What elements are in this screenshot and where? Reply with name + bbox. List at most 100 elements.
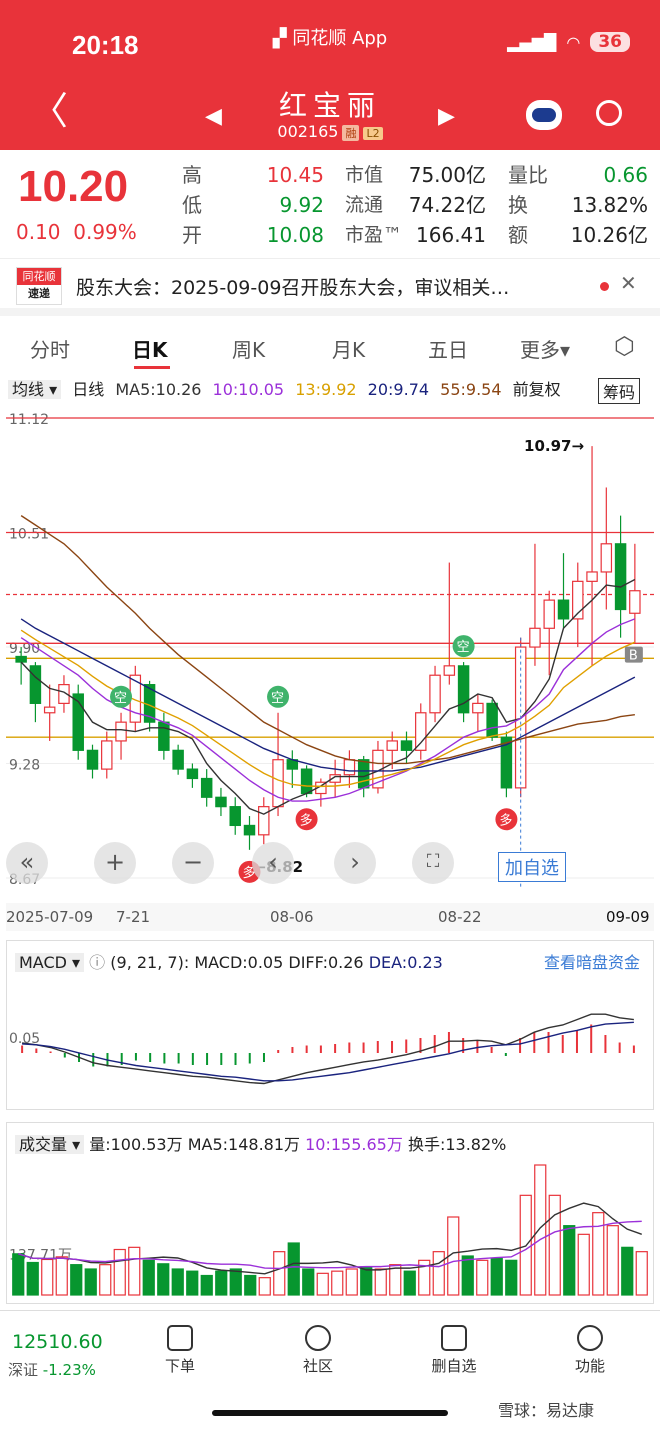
volume-bar [577, 1233, 590, 1296]
candle-body [357, 759, 370, 789]
volume-bar [273, 1251, 286, 1296]
volume-ma5-line [18, 1202, 642, 1275]
tab-monthly-k[interactable]: 月K [332, 334, 365, 363]
volume-bar [563, 1225, 576, 1296]
volume-bar [229, 1268, 242, 1296]
volume-bar [432, 1251, 445, 1296]
hlo-labels: 高低开 [182, 163, 202, 247]
prev-candle-button[interactable]: ‹ [252, 842, 294, 884]
tab-weekly-k[interactable]: 周K [232, 334, 265, 363]
volume-select[interactable]: 成交量 ▾ [15, 1135, 85, 1154]
candle-body [586, 571, 598, 582]
current-price: 10.20 [18, 162, 129, 211]
high-marker-label: 10.97→ [524, 437, 584, 455]
candle-body [101, 740, 113, 770]
volume-bar [142, 1259, 155, 1296]
news-source-logo: 同花顺 速递 [16, 267, 62, 305]
tab-five-day[interactable]: 五日 [428, 334, 468, 363]
candle-body [300, 768, 313, 795]
candle-body [200, 777, 213, 798]
nav-functions[interactable]: 功能 [550, 1325, 630, 1376]
zoom-out-button[interactable]: − [172, 842, 214, 884]
volume-bar [70, 1264, 83, 1296]
nav-community[interactable]: 社区 [278, 1325, 358, 1376]
x-axis-label: 7-21 [116, 908, 150, 926]
price-change: 0.10 0.99% [16, 220, 137, 244]
tab-more[interactable]: 更多▾ [520, 334, 570, 363]
candle-body [43, 706, 56, 714]
volume-bar [316, 1272, 329, 1296]
tab-intraday[interactable]: 分时 [30, 334, 70, 363]
menu-icon [577, 1325, 603, 1351]
macd-select[interactable]: MACD ▾ [15, 953, 85, 972]
cap-values: 75.00亿 74.22亿 166.41 [408, 163, 486, 247]
settings-hex-icon[interactable]: ⬡ [614, 332, 635, 360]
home-indicator [212, 1410, 448, 1416]
fullscreen-icon[interactable]: ⛶ [412, 842, 454, 884]
candle-body [472, 702, 484, 714]
volume-bar [505, 1259, 518, 1296]
top-bar: 20:18 ▞ 同花顺 App ▂▄▆█ ◠ 36 〈 ◀ 红宝丽 002165… [0, 0, 660, 150]
candle-body [543, 599, 555, 629]
period-tabs: 分时 日K 周K 月K 五日 更多▾ ⬡ [0, 324, 660, 372]
candle-body [415, 712, 427, 751]
tab-daily-k[interactable]: 日K [132, 334, 168, 363]
index-value[interactable]: 12510.60 [12, 1331, 103, 1353]
x-axis-label: 08-06 [270, 908, 314, 926]
robot-assistant-icon[interactable] [526, 100, 562, 130]
short-signal-label: 空 [457, 640, 470, 655]
macd-chart[interactable]: 0.05 [7, 973, 653, 1109]
order-icon [167, 1325, 193, 1351]
zoom-in-button[interactable]: + [94, 842, 136, 884]
volume-panel: 成交量 ▾ 量:100.53万 MA5:148.81万 10:155.65万 换… [6, 1122, 654, 1304]
volume-bar [171, 1268, 184, 1296]
candle-body [486, 702, 498, 738]
x-axis-label: 2025-07-09 [6, 908, 93, 926]
short-signal-label: 空 [271, 691, 284, 706]
candle-body [614, 543, 627, 611]
volume-bar [84, 1268, 97, 1296]
next-stock-button[interactable]: ▶ [438, 104, 455, 129]
volume-bar [26, 1261, 39, 1296]
watermark: 雪球：易达康 [498, 1401, 595, 1420]
candle-body [600, 543, 613, 573]
volume-bar [55, 1256, 68, 1296]
candle-body [343, 759, 356, 776]
candle-body [258, 806, 270, 836]
volume-ma10-line [18, 1220, 642, 1270]
help-icon[interactable]: ⓘ [89, 953, 105, 972]
community-icon [305, 1325, 331, 1351]
indicator-type-select[interactable]: 均线 ▾ [8, 380, 62, 399]
candle-body [29, 665, 42, 704]
volume-bar [200, 1274, 213, 1296]
volume-bar [157, 1263, 170, 1296]
macd-panel: MACD ▾ ⓘ (9, 21, 7): MACD:0.05 DIFF:0.26… [6, 940, 654, 1110]
close-icon[interactable]: ✕ [620, 271, 637, 295]
volume-bar [302, 1268, 315, 1296]
dark-pool-link[interactable]: 查看暗盘资金 [544, 949, 640, 973]
candle-body [429, 674, 441, 714]
short-signal-label: 空 [114, 691, 127, 706]
candle-body [629, 590, 641, 614]
y-tick-label: 10.51 [9, 527, 49, 543]
news-text: 股东大会：2025-09-09召开股东大会，审议相关… [76, 277, 510, 299]
volume-bar [41, 1258, 54, 1296]
chip-button[interactable]: 筹码 [598, 378, 641, 404]
add-watchlist-button[interactable]: 加自选 [498, 852, 566, 882]
candle-body [229, 806, 241, 827]
news-ticker[interactable]: 同花顺 速递 股东大会：2025-09-09召开股东大会，审议相关… ✕ [0, 258, 660, 316]
next-candle-button[interactable]: › [334, 842, 376, 884]
search-icon[interactable] [596, 100, 622, 126]
nav-trade[interactable]: 下单 [140, 1325, 220, 1376]
nav-remove-watch[interactable]: 删自选 [414, 1325, 494, 1376]
y-tick-label: 9.28 [9, 757, 40, 773]
volume-bar [606, 1225, 619, 1296]
active-tab-indicator [134, 366, 170, 369]
candle-body [186, 768, 199, 780]
dea-line [22, 1021, 634, 1082]
y-tick-label: 11.12 [9, 412, 49, 428]
volume-chart[interactable]: 137.71万 [7, 1155, 653, 1303]
ratio-labels: 量比换额 [508, 163, 548, 247]
scroll-left-button[interactable]: « [6, 842, 48, 884]
volume-bar [360, 1266, 373, 1296]
